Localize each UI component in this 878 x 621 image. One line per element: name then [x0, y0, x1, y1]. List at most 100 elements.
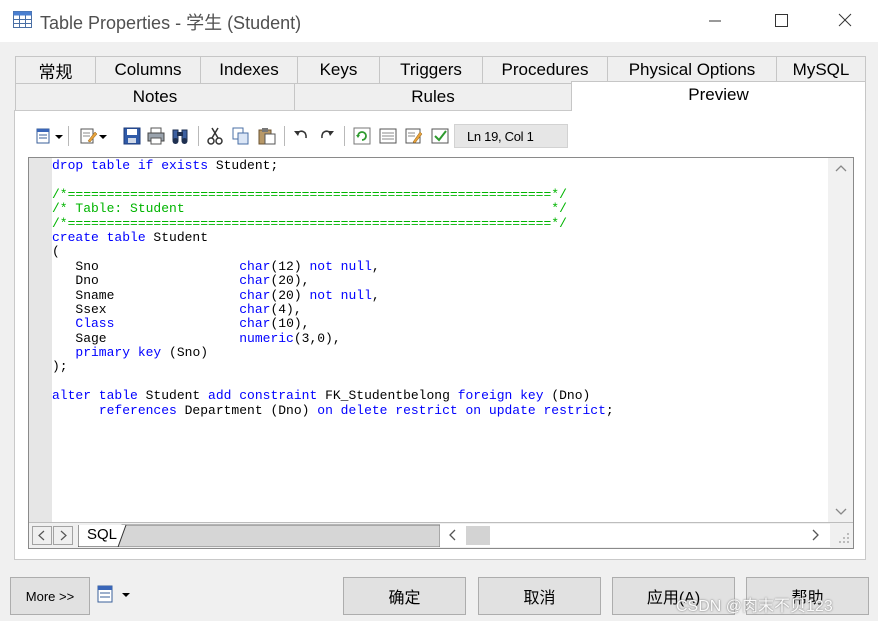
sql-comment: /* Table: Student */ [52, 201, 567, 217]
find-icon[interactable] [171, 127, 189, 145]
vertical-scrollbar[interactable] [829, 158, 853, 522]
code-line: /*======================================… [52, 187, 614, 202]
tab-keys[interactable]: Keys [297, 56, 380, 83]
sql-keyword: alter table [52, 388, 138, 404]
maximize-icon [775, 14, 788, 27]
sql-text: Ssex [52, 301, 240, 317]
sql-text: ; [605, 402, 614, 418]
script-menu-button[interactable] [97, 583, 137, 607]
edit-dropdown-icon[interactable] [80, 127, 108, 145]
sql-keyword: primary key [75, 345, 162, 361]
cursor-position-indicator: Ln 19, Col 1 [454, 124, 568, 148]
ok-button[interactable]: 确定 [343, 577, 466, 615]
sql-keyword: char [239, 316, 271, 332]
code-line: Sname char(20) not null, [52, 287, 614, 303]
tab-notes[interactable]: Notes [15, 83, 295, 110]
resize-grip-icon[interactable] [838, 532, 850, 544]
sql-keyword: references [98, 402, 177, 418]
close-icon [838, 13, 852, 27]
code-line: ); [52, 360, 614, 374]
tab-physical-options[interactable]: Physical Options [607, 56, 777, 83]
sql-tab-shape [78, 524, 440, 547]
tab-preview[interactable]: Preview [571, 81, 866, 111]
minimize-button[interactable] [700, 6, 730, 36]
scroll-right-icon[interactable] [812, 529, 820, 541]
sql-text: Student [137, 388, 209, 404]
horizontal-scrollbar[interactable] [440, 524, 830, 547]
chevron-right-icon [60, 530, 67, 541]
title-bar: Table Properties - 学生 (Student) [0, 0, 878, 42]
sql-keyword: create table [52, 229, 146, 245]
sql-text: Sname [52, 287, 240, 303]
chevron-left-icon [38, 530, 45, 541]
code-line: Class char(10), [52, 317, 614, 331]
print-icon[interactable] [147, 127, 165, 145]
tab-procedures[interactable]: Procedures [482, 56, 608, 83]
paste-icon[interactable] [258, 127, 276, 145]
sql-code[interactable]: drop table if exists Student; /*========… [52, 158, 614, 418]
sql-text: (4), [270, 301, 302, 317]
refresh-icon[interactable] [353, 127, 371, 145]
sql-tab[interactable]: SQL [87, 526, 117, 543]
sql-keyword: foreign key [457, 388, 544, 404]
redo-icon[interactable] [318, 127, 336, 145]
table-grid-icon [13, 11, 32, 28]
tab-general[interactable]: 常规 [15, 56, 96, 83]
sql-comment: /*======================================… [52, 215, 567, 231]
horizontal-scroll-thumb[interactable] [466, 526, 490, 545]
code-line: references Department (Dno) on delete re… [52, 402, 614, 418]
cut-icon[interactable] [206, 127, 224, 145]
cancel-button[interactable]: 取消 [478, 577, 601, 615]
sql-keyword: numeric [239, 330, 294, 346]
watermark: CSDN @肉末不贝123 [676, 598, 833, 615]
tab-columns[interactable]: Columns [95, 56, 201, 83]
sql-keyword: char [239, 258, 271, 274]
edit-icon[interactable] [405, 127, 423, 145]
scroll-left-icon[interactable] [448, 529, 456, 541]
tab-prev-button[interactable] [32, 526, 52, 545]
code-line: Dno char(20), [52, 273, 614, 288]
sql-text: ( [52, 244, 60, 260]
sql-keyword: add constraint [208, 388, 318, 404]
script-dropdown-icon[interactable] [36, 127, 64, 145]
sql-text: , [371, 258, 380, 274]
tab-indexes[interactable]: Indexes [200, 56, 298, 83]
code-line: alter table Student add constraint FK_St… [52, 389, 614, 403]
sql-text: (20) [270, 287, 310, 303]
code-line: drop table if exists Student; [52, 158, 614, 173]
sql-keyword: not null [309, 258, 372, 274]
sql-text: (12) [270, 258, 310, 274]
tab-mysql[interactable]: MySQL [776, 56, 866, 83]
sql-text: (3,0), [293, 330, 341, 346]
copy-icon[interactable] [232, 127, 250, 145]
sql-text: Department (Dno) [176, 402, 318, 418]
tab-rules[interactable]: Rules [294, 83, 572, 110]
scroll-down-icon[interactable] [835, 508, 847, 516]
more-button[interactable]: More >> [10, 577, 90, 615]
close-button[interactable] [830, 6, 860, 36]
code-line: /* Table: Student */ [52, 201, 614, 217]
code-line: Sno char(12) not null, [52, 258, 614, 274]
code-line: Sage numeric(3,0), [52, 330, 614, 346]
code-line: primary key (Sno) [52, 345, 614, 361]
sql-text: Sno [52, 258, 240, 274]
maximize-button[interactable] [766, 6, 796, 36]
check-icon[interactable] [431, 127, 449, 145]
sql-keyword: on delete restrict on update restrict [317, 402, 606, 418]
editor-gutter [29, 158, 52, 522]
sql-keyword: drop table if exists [52, 158, 209, 173]
script-dropdown-icon [97, 585, 130, 603]
scroll-up-icon[interactable] [835, 164, 847, 172]
window-title: Table Properties - 学生 (Student) [40, 13, 302, 33]
undo-icon[interactable] [292, 127, 310, 145]
tab-next-button[interactable] [53, 526, 73, 545]
code-line: ( [52, 245, 614, 259]
save-icon[interactable] [123, 127, 141, 145]
properties-icon[interactable] [379, 127, 397, 145]
tab-triggers[interactable]: Triggers [379, 56, 483, 83]
